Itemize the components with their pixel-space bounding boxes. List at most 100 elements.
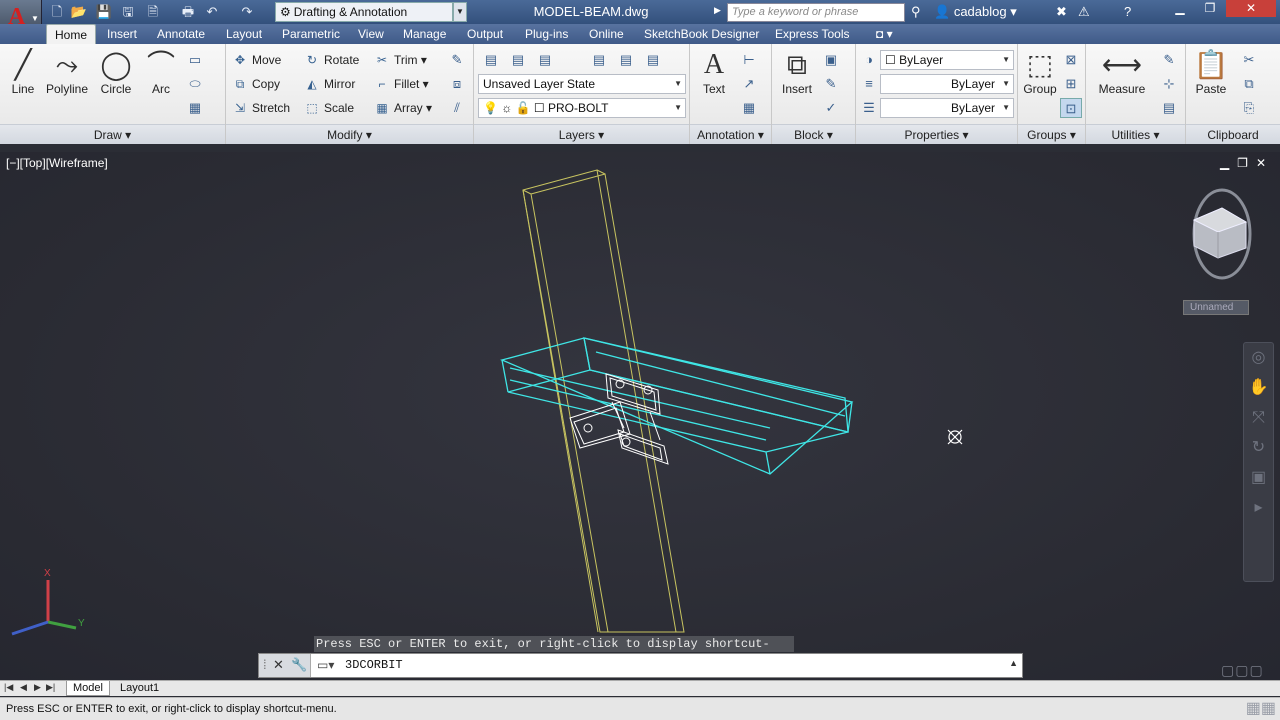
search-input[interactable]: Type a keyword or phrase [727,3,905,22]
maximize-button[interactable]: ❐ [1196,0,1224,17]
user-signin[interactable]: 👤 cadablog ▾ [934,3,1017,21]
create-block-icon[interactable]: ▣ [820,50,842,70]
mirror-button[interactable]: ◭ Mirror [304,74,355,94]
scale-button[interactable]: ⬚ Scale [304,98,354,118]
circle-button[interactable]: ◯ Circle [96,48,136,96]
linetype-dropdown[interactable]: ByLayer ▼ [880,98,1014,118]
text-button[interactable]: A Text [694,48,734,96]
tab-plugins[interactable]: Plug-ins [525,24,568,44]
quick-select-icon[interactable]: ✎ [1158,50,1180,70]
layer-dropdown[interactable]: 💡 ☼ 🔓 ☐ PRO-BOLT ▼ [478,98,686,118]
layer-lock-icon[interactable]: ▤ [642,50,664,70]
ellipse-icon[interactable]: ⬭ [184,74,206,94]
tab-manage[interactable]: Manage [403,24,446,44]
select-all-icon[interactable]: ⊹ [1158,74,1180,94]
cut-icon[interactable]: ✂ [1238,50,1260,70]
close-command-line-icon[interactable]: ✕ [273,657,284,673]
print-icon[interactable]: 🖶 [179,3,197,21]
insert-block-button[interactable]: ⧉ Insert [776,48,818,96]
linetype-icon[interactable]: ☰ [858,98,880,118]
annotation-panel-title[interactable]: Annotation ▾ [690,124,771,144]
workspace-selector[interactable]: ⚙ Drafting & Annotation [275,2,453,22]
match-icon[interactable]: ⎘ [1238,98,1260,118]
tab-view[interactable]: View [358,24,384,44]
dimension-icon[interactable]: ⊢ [738,50,760,70]
group-edit-icon[interactable]: ⊞ [1060,74,1082,94]
save-icon[interactable]: 💾 [95,3,113,21]
copy-button[interactable]: ⧉ Copy [232,74,280,94]
steering-wheel-icon[interactable]: ◎ [1244,343,1273,373]
save-as-icon[interactable]: 🖫 [119,3,137,21]
viewcube[interactable] [1192,188,1252,280]
tab-annotate[interactable]: Annotate [157,24,205,44]
pan-hand-icon[interactable]: ✋ [1244,373,1273,403]
showmotion-icon[interactable]: ▣ [1244,463,1273,493]
last-layout-icon[interactable]: ▶| [46,682,55,693]
tab-layout1[interactable]: Layout1 [114,681,165,696]
stretch-button[interactable]: ⇲ Stretch [232,98,290,118]
calculator-icon[interactable]: ▤ [1158,98,1180,118]
tab-express-tools[interactable]: Express Tools [775,24,849,44]
polyline-button[interactable]: ⤳ Polyline [44,48,90,96]
measure-button[interactable]: ⟷ Measure [1092,48,1152,96]
redo-icon[interactable]: ↷ [238,3,256,21]
command-input[interactable]: 3DCORBIT [315,654,1005,677]
status-tray-icons[interactable]: ▦▦ [1246,698,1276,720]
command-history-arrow-icon[interactable]: ▲ [1009,658,1018,668]
ucs-menu[interactable]: Unnamed [1183,300,1249,315]
ungroup-icon[interactable]: ⊠ [1060,50,1082,70]
viewport-window-controls[interactable]: ▁❐✕ [1220,156,1274,170]
utilities-panel-title[interactable]: Utilities ▾ [1086,124,1185,144]
expand-arrow-icon[interactable]: ▶ [714,5,721,16]
command-line[interactable]: ⁞ ✕ 🔧 ▭▾ 3DCORBIT ▲ [258,653,1023,678]
tab-insert[interactable]: Insert [107,24,137,44]
communication-center-icon[interactable]: ⚠ [1078,3,1090,21]
undo-icon[interactable]: ↶ [203,3,221,21]
minimize-button[interactable]: ▁ [1166,0,1194,17]
ribbon-options-icon[interactable]: ◘ ▾ [876,24,893,44]
explode-icon[interactable]: ⧈ [446,74,468,94]
block-panel-title[interactable]: Block ▾ [772,124,855,144]
new-file-icon[interactable]: 🗋 [48,3,66,21]
tab-home[interactable]: Home [46,24,97,44]
trim-button[interactable]: ✂ Trim ▾ [374,50,427,70]
drawing-viewport[interactable]: X Y [−][Top][Wireframe] ▁❐✕ Unnamed ◎ ✋ … [0,152,1280,680]
table-icon[interactable]: ▦ [738,98,760,118]
tab-layout[interactable]: Layout [226,24,262,44]
layer-previous-icon[interactable]: ▤ [534,50,556,70]
rotate-button[interactable]: ↻ Rotate [304,50,359,70]
lineweight-icon[interactable]: ≡ [858,74,880,94]
array-button[interactable]: ▦ Array ▾ [374,98,432,118]
zoom-extents-icon[interactable]: ⤧ [1244,403,1273,433]
offset-icon[interactable]: ⫽ [446,98,468,118]
hatch-icon[interactable]: ▦ [184,98,206,118]
layers-panel-title[interactable]: Layers ▾ [474,124,689,144]
tab-sketchbook-designer[interactable]: SketchBook Designer [644,24,759,44]
viewport-controls-label[interactable]: [−][Top][Wireframe] [6,156,108,170]
layer-match-icon[interactable]: ▤ [507,50,529,70]
help-icon[interactable]: ? [1124,3,1131,21]
edit-attributes-icon[interactable]: ✓ [820,98,842,118]
first-layout-icon[interactable]: |◀ [4,682,13,693]
lineweight-dropdown[interactable]: ByLayer ▼ [880,74,1014,94]
paste-button[interactable]: 📋 Paste [1190,48,1232,96]
properties-panel-title[interactable]: Properties ▾ [856,124,1017,144]
rectangle-icon[interactable]: ▭ [184,50,206,70]
prev-layout-icon[interactable]: ◀ [20,682,27,693]
close-button[interactable]: ✕ [1226,0,1276,17]
plot-preview-icon[interactable]: 🗎 [144,3,162,21]
tab-model[interactable]: Model [66,681,110,696]
layer-freeze-icon[interactable]: ▤ [615,50,637,70]
exchange-icon[interactable]: ✖ [1056,3,1067,21]
tab-online[interactable]: Online [589,24,624,44]
erase-icon[interactable]: ✎ [446,50,468,70]
binoculars-icon[interactable]: ⚲ [911,3,921,21]
match-properties-icon[interactable]: ◑ [858,50,880,70]
workspace-grid-icons[interactable]: ▢▢▢ [1221,662,1277,680]
clipboard-panel-title[interactable]: Clipboard [1186,124,1280,144]
layer-state-dropdown[interactable]: Unsaved Layer State ▼ [478,74,686,94]
leader-icon[interactable]: ↗ [738,74,760,94]
wireframe-model[interactable]: X Y [0,152,1280,680]
layer-properties-icon[interactable]: ▤ [480,50,502,70]
customize-wrench-icon[interactable]: 🔧 [291,657,307,673]
